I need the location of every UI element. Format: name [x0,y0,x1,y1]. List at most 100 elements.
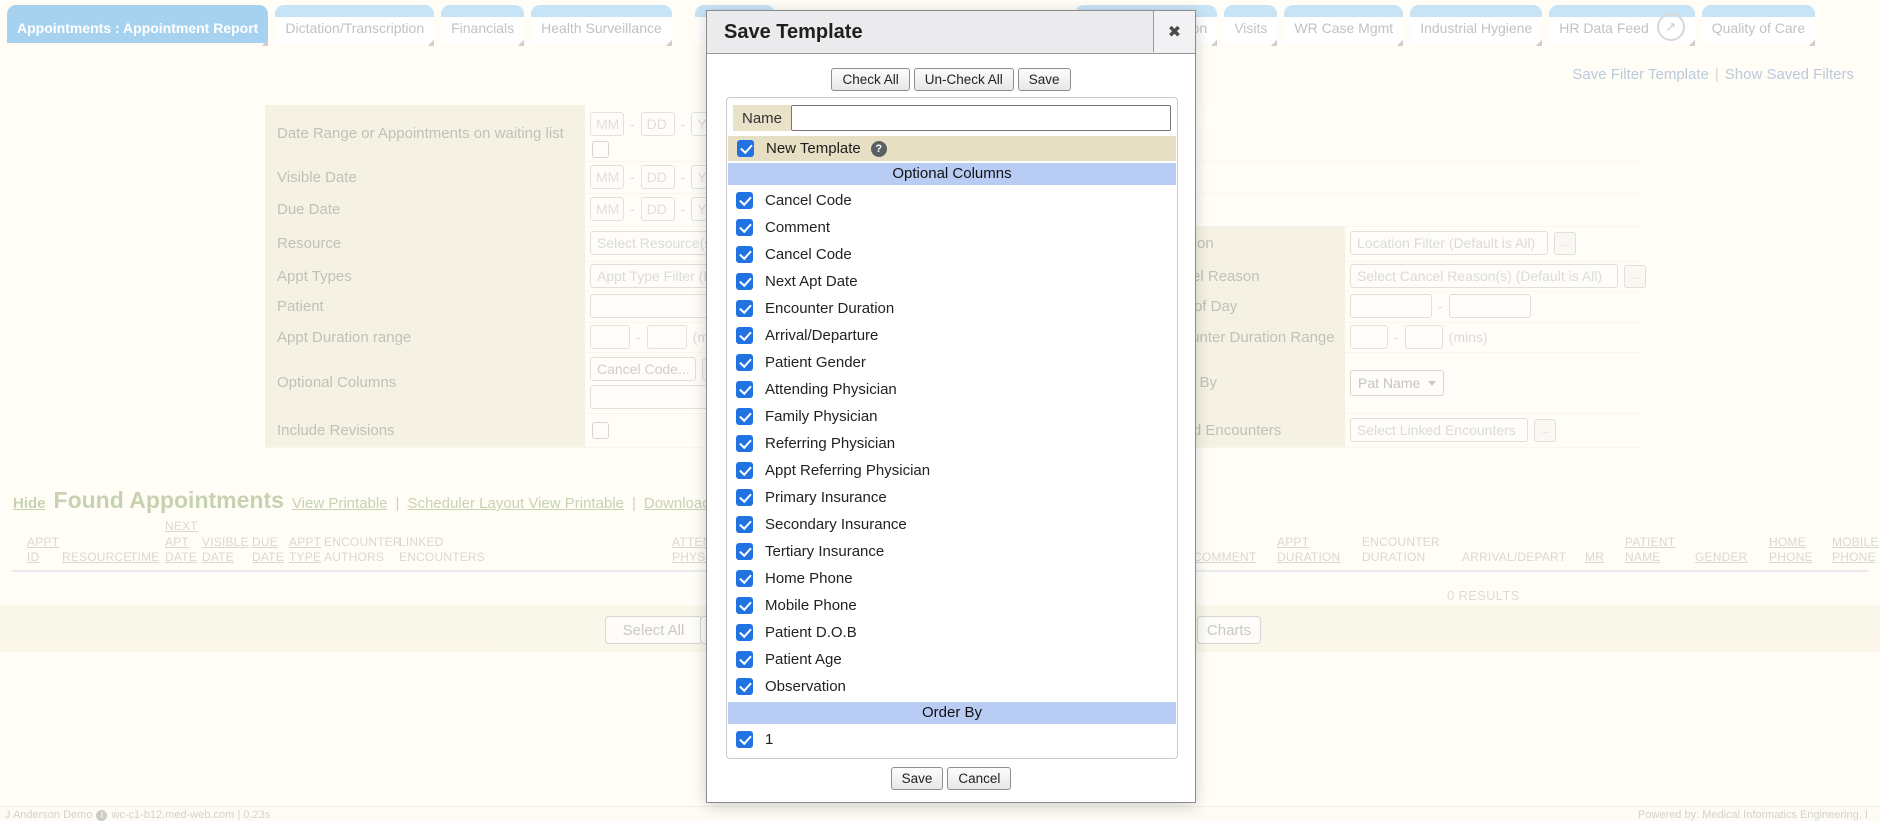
checked-checkbox[interactable] [736,219,753,236]
include-revisions-checkbox[interactable] [592,422,609,439]
tab-appointments-appointment-report[interactable]: Appointments : Appointment Report [7,5,268,43]
help-icon[interactable]: ? [871,141,887,157]
option-row-arrival-departure[interactable]: Arrival/Departure [727,322,1177,349]
option-row-secondary-insurance[interactable]: Secondary Insurance [727,511,1177,538]
col-mobile-phone[interactable]: MOBILEPHONE [1832,535,1879,566]
charts-button[interactable]: Charts [1197,616,1261,644]
appt-duration-max-input[interactable] [647,325,687,349]
checked-checkbox[interactable] [736,624,753,641]
appt-duration-min-input[interactable] [590,325,630,349]
col-appt-duration[interactable]: APPTDURATION [1277,535,1340,566]
checked-checkbox[interactable] [736,597,753,614]
order-by-select[interactable]: Pat Name [1350,370,1444,396]
col-comment[interactable]: COMMENT [1193,550,1256,566]
cancel-reason-picker-button[interactable]: ... [1624,265,1646,288]
option-row-family-physician[interactable]: Family Physician [727,403,1177,430]
encounter-duration-min-input[interactable] [1350,325,1388,349]
checked-checkbox[interactable] [736,327,753,344]
waiting-list-checkbox[interactable] [592,141,609,158]
option-row-patient-age[interactable]: Patient Age [727,646,1177,673]
checked-checkbox[interactable] [736,731,753,748]
col-next-apt-date[interactable]: NEXTAPTDATE [165,519,198,566]
checked-checkbox[interactable] [736,516,753,533]
check-all-button[interactable]: Check All [831,68,909,91]
close-icon[interactable]: ✖ [1153,11,1195,52]
checked-checkbox[interactable] [736,273,753,290]
col-arrival-depart[interactable]: ARRIVAL/DEPART [1462,550,1566,566]
col-patient-name[interactable]: PATIENTNAME [1625,535,1675,566]
option-row-mobile-phone[interactable]: Mobile Phone [727,592,1177,619]
scheduler-layout-view-printable-link[interactable]: Scheduler Layout View Printable [407,495,624,512]
info-icon[interactable]: i [96,810,107,821]
optional-columns-input[interactable] [590,357,696,381]
visible-date-dd-input[interactable] [641,165,675,189]
checked-checkbox[interactable] [736,381,753,398]
option-row-cancel-code[interactable]: Cancel Code [727,187,1177,214]
view-printable-link[interactable]: View Printable [292,495,388,512]
toolbar-save-button[interactable]: Save [1018,68,1071,91]
checked-checkbox[interactable] [736,651,753,668]
col-appt-type[interactable]: APPTTYPE [289,535,321,566]
due-date-dd-input[interactable] [641,197,675,221]
col-resource[interactable]: RESOURCE [62,550,132,566]
option-row-patient-d-o-b[interactable]: Patient D.O.B [727,619,1177,646]
checked-checkbox[interactable] [736,354,753,371]
tab-dictation-transcription[interactable]: Dictation/Transcription [275,5,434,43]
visible-date-mm-input[interactable] [590,165,624,189]
option-row-attending-physician[interactable]: Attending Physician [727,376,1177,403]
col-encounter-authors[interactable]: ENCOUNTERAUTHORS [324,535,402,566]
option-row-appt-referring-physician[interactable]: Appt Referring Physician [727,457,1177,484]
cancel-reason-input[interactable] [1350,264,1618,288]
tab-industrial-hygiene[interactable]: Industrial Hygiene [1410,5,1542,43]
col-mr[interactable]: MR [1585,550,1604,566]
time-of-day-start-input[interactable] [1350,294,1432,318]
checked-checkbox[interactable] [736,570,753,587]
template-name-input[interactable] [791,105,1171,131]
checked-checkbox[interactable] [736,408,753,425]
date-range-dd-input[interactable] [641,112,675,136]
option-row-patient-gender[interactable]: Patient Gender [727,349,1177,376]
checked-checkbox[interactable] [736,678,753,695]
tab-quality-of-care[interactable]: Quality of Care [1702,5,1815,43]
option-row-1[interactable]: 1 [727,726,1177,753]
checked-checkbox[interactable] [736,192,753,209]
hide-link[interactable]: Hide [13,495,46,512]
show-saved-filters-link[interactable]: Show Saved Filters [1725,66,1854,83]
new-template-checkbox[interactable] [737,140,754,157]
time-of-day-end-input[interactable] [1449,294,1531,318]
col-home-phone[interactable]: HOMEPHONE [1769,535,1813,566]
tab-financials[interactable]: Financials [441,5,524,43]
location-filter-input[interactable] [1350,231,1548,255]
checked-checkbox[interactable] [736,300,753,317]
option-row-encounter-duration[interactable]: Encounter Duration [727,295,1177,322]
col-due-date[interactable]: DUEDATE [252,535,284,566]
new-template-row[interactable]: New Template ? [728,136,1176,161]
checked-checkbox[interactable] [736,435,753,452]
checked-checkbox[interactable] [736,489,753,506]
save-button[interactable]: Save [891,767,944,790]
checked-checkbox[interactable] [736,543,753,560]
checked-checkbox[interactable] [736,462,753,479]
due-date-mm-input[interactable] [590,197,624,221]
date-range-mm-input[interactable] [590,112,624,136]
tab-health-surveillance[interactable]: Health Surveillance [531,5,672,43]
option-row-observation[interactable]: Observation [727,673,1177,700]
tab-visits[interactable]: Visits [1224,5,1277,43]
option-row-cancel-code[interactable]: Cancel Code [727,241,1177,268]
tab-hr-data-feed[interactable]: HR Data Feed ↗ [1549,5,1694,43]
option-row-primary-insurance[interactable]: Primary Insurance [727,484,1177,511]
col-visible-date[interactable]: VISIBLEDATE [202,535,249,566]
encounter-duration-max-input[interactable] [1405,325,1443,349]
col-encounter-duration[interactable]: ENCOUNTERDURATION [1362,535,1440,566]
option-row-comment[interactable]: Comment [727,214,1177,241]
option-row-next-apt-date[interactable]: Next Apt Date [727,268,1177,295]
save-filter-template-link[interactable]: Save Filter Template [1572,66,1708,83]
checked-checkbox[interactable] [736,246,753,263]
uncheck-all-button[interactable]: Un-Check All [914,68,1014,91]
linked-encounters-input[interactable] [1350,418,1528,442]
select-all-button[interactable]: Select All [605,616,702,644]
col-time[interactable]: TIME [130,550,159,566]
tab-wr-case-mgmt[interactable]: WR Case Mgmt [1284,5,1403,43]
option-row-tertiary-insurance[interactable]: Tertiary Insurance [727,538,1177,565]
col-linked-encounters[interactable]: LINKEDENCOUNTERS [399,535,485,566]
